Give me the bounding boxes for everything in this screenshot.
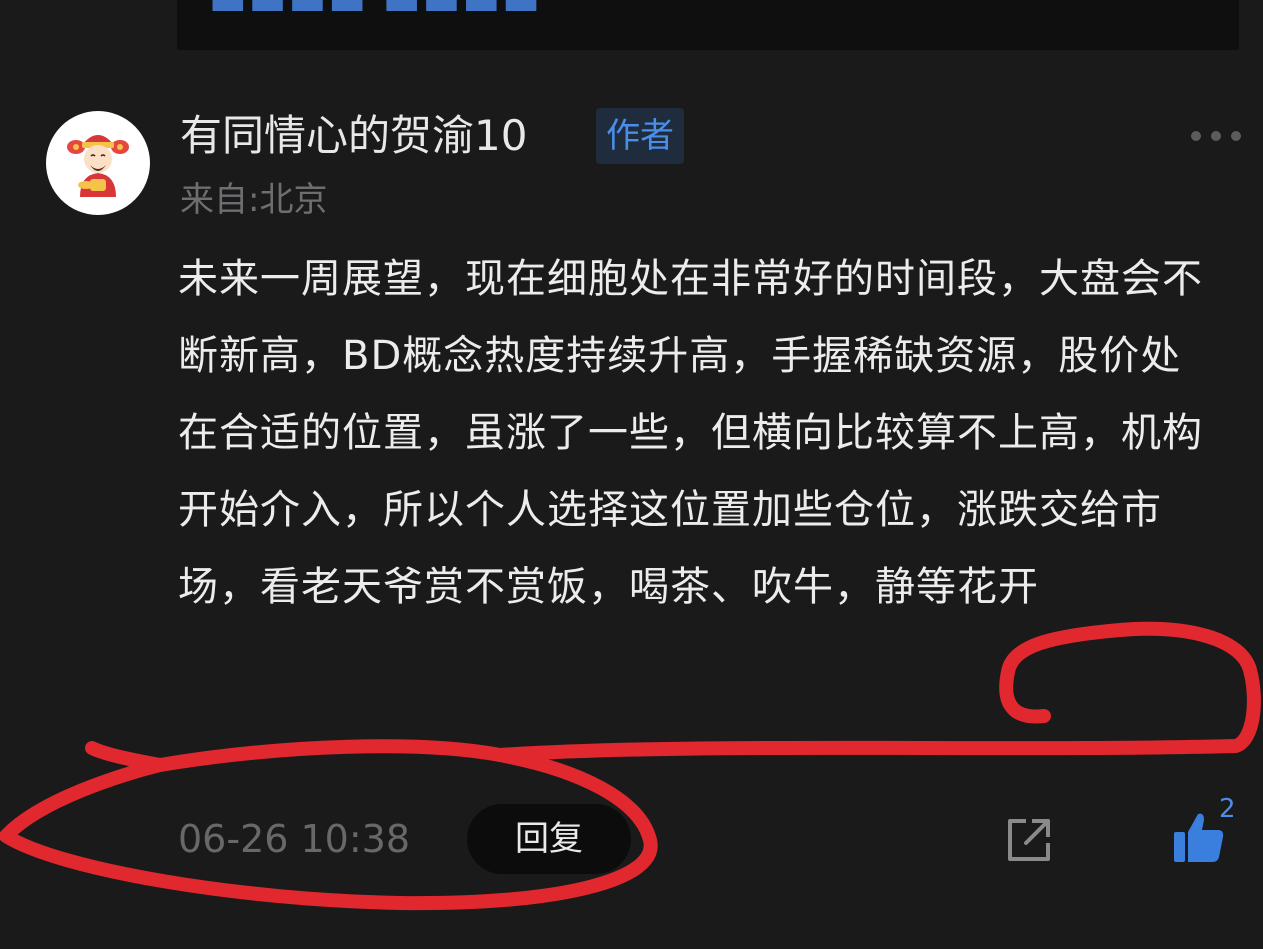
username[interactable]: 有同情心的贺渝10 [180,108,527,164]
quoted-reply-cut-text: ▬▬▬▬ ▬▬▬▬ [209,0,543,24]
quoted-reply-block[interactable]: ▬▬▬▬ ▬▬▬▬ [177,0,1239,50]
comment-text: 未来一周展望，现在细胞处在非常好的时间段，大盘会不断新高，BD概念热度持续升高，… [178,256,1203,610]
like-count: 2 [1219,794,1236,824]
timestamp: 06-26 10:38 [178,817,411,861]
location-label: 来自:北京 [180,180,328,220]
author-badge: 作者 [596,108,684,164]
avatar[interactable] [46,111,150,215]
thumbs-up-icon[interactable] [1172,810,1226,864]
avatar-illustration [67,135,129,197]
reply-button[interactable]: 回复 [467,804,631,874]
comment-page: ▬▬▬▬ ▬▬▬▬ 有同情心的贺渝10 作者 来自:北京 未来一周展望，现在细胞… [0,0,1263,949]
share-icon[interactable] [1004,815,1054,865]
more-dots-icon[interactable] [1188,126,1244,146]
